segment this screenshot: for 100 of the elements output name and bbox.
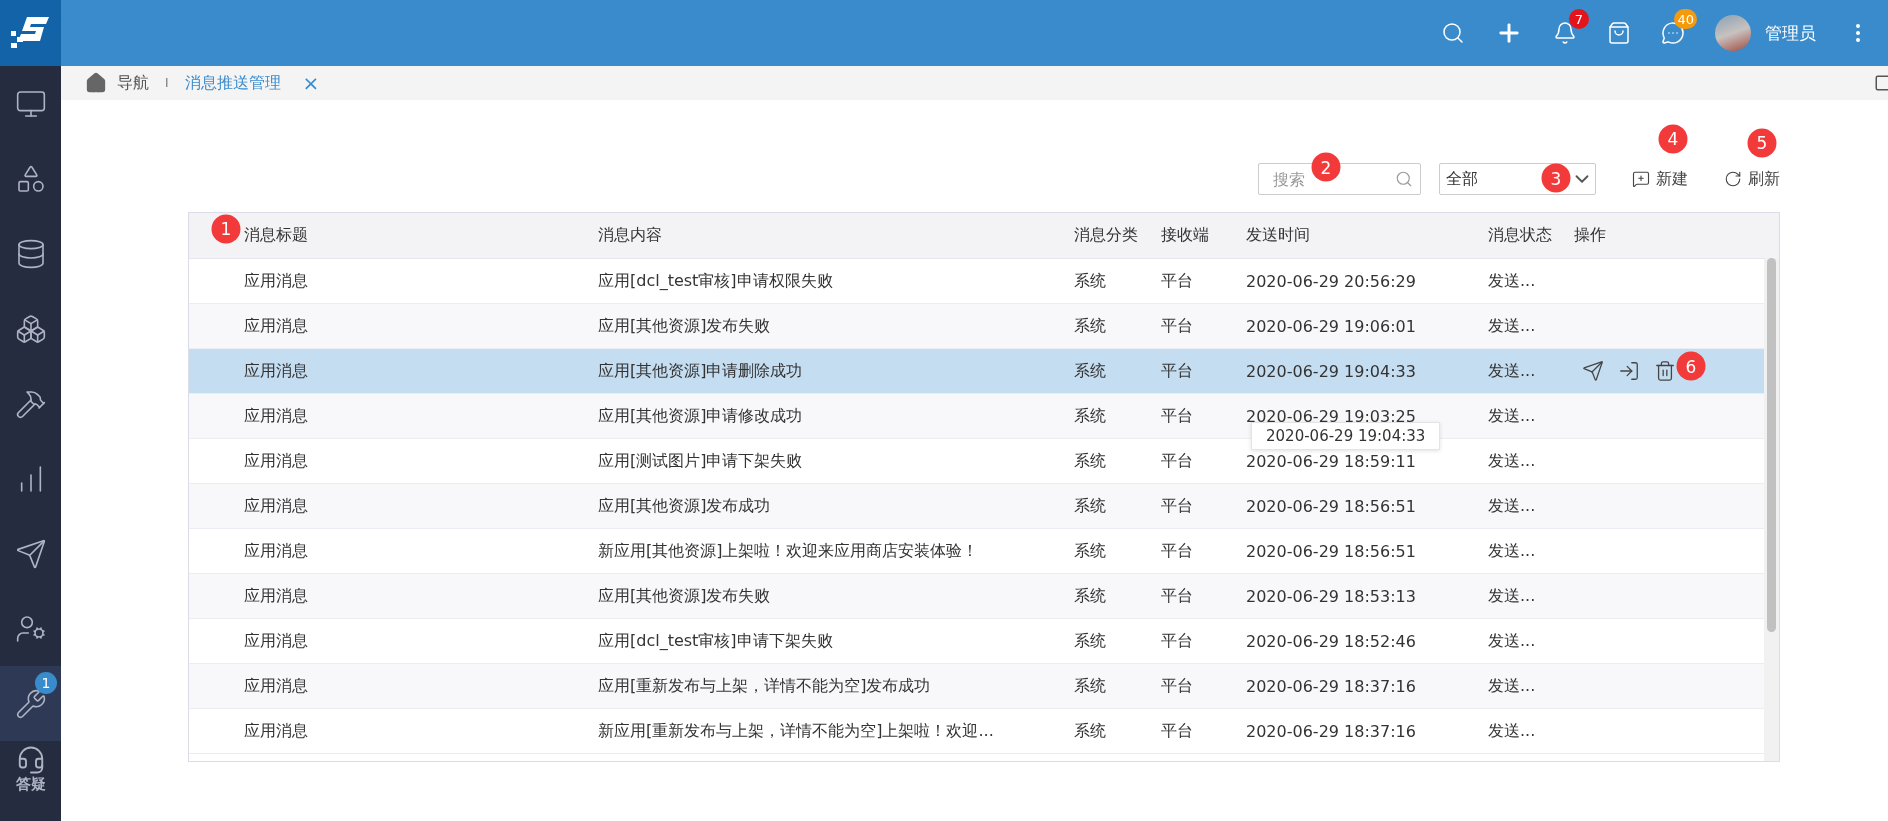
paper-plane-icon bbox=[14, 537, 47, 570]
new-button[interactable]: 新建 bbox=[1614, 168, 1688, 190]
table-cell: 平台 bbox=[1161, 585, 1193, 607]
table-cell: 应用消息 bbox=[244, 540, 308, 562]
annotation-marker: 3 bbox=[1541, 163, 1571, 193]
bell-icon[interactable] bbox=[1553, 21, 1577, 45]
annotation-marker: 4 bbox=[1658, 124, 1688, 153]
column-header: 消息状态 bbox=[1488, 225, 1552, 246]
table-cell: 应用消息 bbox=[244, 630, 308, 652]
delete-icon[interactable] bbox=[1654, 360, 1676, 382]
table-cell: 发送... bbox=[1488, 675, 1536, 697]
table-row[interactable]: 应用消息 应用[其他资源]发布成功 系统 平台 2020-06-29 18:56:51 发送... bbox=[189, 484, 1764, 529]
table-cell: 系统 bbox=[1074, 315, 1106, 337]
table-cell: 平台 bbox=[1161, 495, 1193, 517]
table-cell: 2020-06-29 18:37:16 bbox=[1246, 721, 1416, 741]
table-cell: 系统 bbox=[1074, 450, 1106, 472]
table-cell: 应用消息 bbox=[244, 315, 308, 337]
table-cell: 应用[其他资源]发布失败 bbox=[598, 315, 771, 337]
table-cell: 2020-06-29 20:56:29 bbox=[1246, 271, 1416, 291]
scrollbar[interactable] bbox=[1764, 258, 1779, 761]
logo[interactable] bbox=[0, 0, 61, 66]
column-header: 发送时间 bbox=[1246, 225, 1310, 246]
table-cell: 应用[其他资源]申请修改成功 bbox=[598, 405, 803, 427]
table-row[interactable]: 应用消息 应用[其他资源]发布失败 系统 平台 2020-06-29 19:06:01 发送... bbox=[189, 304, 1764, 349]
table-cell: 新应用[其他资源]上架啦！欢迎来应用商店安装体验！ bbox=[598, 540, 979, 562]
table-cell: 系统 bbox=[1074, 360, 1106, 382]
column-header: 接收端 bbox=[1161, 225, 1209, 246]
table-cell: 2020-06-29 18:56:51 bbox=[1246, 541, 1416, 561]
table-cell: 应用[其他资源]发布失败 bbox=[598, 585, 771, 607]
table-cell: 发送... bbox=[1488, 540, 1536, 562]
table-cell: 应用消息 bbox=[244, 270, 308, 292]
table-cell: 平台 bbox=[1161, 630, 1193, 652]
table-cell: 发送... bbox=[1488, 495, 1536, 517]
table-cell: 发送... bbox=[1488, 360, 1536, 382]
table-cell: 平台 bbox=[1161, 315, 1193, 337]
breadcrumb-separator: I bbox=[165, 76, 169, 90]
table-cell: 发送... bbox=[1488, 450, 1536, 472]
annotation-marker: 5 bbox=[1747, 128, 1777, 157]
table-cell: 系统 bbox=[1074, 585, 1106, 607]
chat-plus-icon bbox=[1632, 170, 1650, 188]
table-cell: 2020-06-29 18:52:46 bbox=[1246, 631, 1416, 651]
sidebar-item[interactable]: 1 bbox=[0, 666, 61, 741]
table-cell: 系统 bbox=[1074, 495, 1106, 517]
table-cell: 平台 bbox=[1161, 540, 1193, 562]
table-cell: 发送... bbox=[1488, 315, 1536, 337]
table-row[interactable]: 应用消息 应用[其他资源]发布失败 系统 平台 2020-06-29 18:53:13 发送... bbox=[189, 574, 1764, 619]
table-cell: 2020-06-29 18:56:51 bbox=[1246, 496, 1416, 516]
table-cell: 平台 bbox=[1161, 720, 1193, 742]
table-cell: 平台 bbox=[1161, 675, 1193, 697]
table-cell: 平台 bbox=[1161, 450, 1193, 472]
table-cell: 新应用[重新发布与上架，详情不能为空]上架啦！欢迎... bbox=[598, 720, 994, 742]
column-header: 操作 bbox=[1574, 225, 1606, 246]
breadcrumb-home[interactable]: 导航 bbox=[117, 72, 149, 94]
column-header: 消息标题 bbox=[244, 225, 308, 246]
table-cell: 应用[重新发布与上架，详情不能为空]发布成功 bbox=[598, 675, 931, 697]
table-cell: 系统 bbox=[1074, 270, 1106, 292]
tooltip: 2020-06-29 19:04:33 bbox=[1251, 422, 1441, 450]
message-badge: 40 bbox=[1674, 9, 1697, 29]
import-icon[interactable] bbox=[1618, 360, 1640, 382]
refresh-button[interactable]: 刷新 bbox=[1706, 168, 1780, 190]
table-row[interactable]: 应用消息 应用[重新发布与上架，详情不能为空]发布成功 系统 平台 2020-06-29 18:37:16 发送... bbox=[189, 664, 1764, 709]
table-row[interactable]: 应用消息 应用[其他资源]申请删除成功 系统 平台 2020-06-29 19:04:33 发送... 6 bbox=[189, 349, 1764, 394]
table-cell: 应用[dcl_test审核]申请权限失败 bbox=[598, 270, 833, 292]
table-cell: 平台 bbox=[1161, 360, 1193, 382]
table-cell: 2020-06-29 18:53:13 bbox=[1246, 586, 1416, 606]
annotation-marker: 2 bbox=[1311, 152, 1341, 182]
table-cell: 平台 bbox=[1161, 270, 1193, 292]
search-icon[interactable] bbox=[1395, 170, 1413, 188]
table-cell: 2020-06-29 18:59:11 bbox=[1246, 451, 1416, 471]
table-cell: 应用消息 bbox=[244, 675, 308, 697]
table-cell: 应用消息 bbox=[244, 450, 308, 472]
table-cell: 应用[其他资源]申请删除成功 bbox=[598, 360, 803, 382]
table-cell: 发送... bbox=[1488, 630, 1536, 652]
table-cell: 2020-06-29 19:04:33 bbox=[1246, 361, 1416, 381]
table-cell: 发送... bbox=[1488, 270, 1536, 292]
table-cell: 应用消息 bbox=[244, 360, 308, 382]
home-icon bbox=[85, 72, 107, 94]
table-cell: 系统 bbox=[1074, 630, 1106, 652]
help-label[interactable]: 答疑 bbox=[15, 775, 46, 794]
column-header: 消息内容 bbox=[598, 225, 662, 246]
shopping-bag-icon[interactable] bbox=[1607, 21, 1631, 45]
table-cell: 应用消息 bbox=[244, 495, 308, 517]
boxes-icon bbox=[14, 312, 47, 345]
user-name[interactable]: 管理员 bbox=[1765, 21, 1816, 45]
search-icon[interactable] bbox=[1441, 21, 1465, 45]
table-cell: 2020-06-29 18:37:16 bbox=[1246, 676, 1416, 696]
table-cell: 系统 bbox=[1074, 405, 1106, 427]
table-cell: 应用消息 bbox=[244, 720, 308, 742]
table-cell: 发送... bbox=[1488, 720, 1536, 742]
table-cell: 发送... bbox=[1488, 405, 1536, 427]
count-badge: 1 bbox=[35, 672, 57, 694]
table-cell: 系统 bbox=[1074, 720, 1106, 742]
table-cell: 应用消息 bbox=[244, 585, 308, 607]
column-header: 消息分类 bbox=[1074, 225, 1138, 246]
refresh-icon bbox=[1724, 170, 1742, 188]
table-cell: 系统 bbox=[1074, 540, 1106, 562]
table-cell: 应用[测试图片]申请下架失败 bbox=[598, 450, 803, 472]
table-cell: 应用[其他资源]发布成功 bbox=[598, 495, 771, 517]
send-icon[interactable] bbox=[1582, 360, 1604, 382]
page-tab[interactable]: 消息推送管理 bbox=[184, 72, 281, 94]
